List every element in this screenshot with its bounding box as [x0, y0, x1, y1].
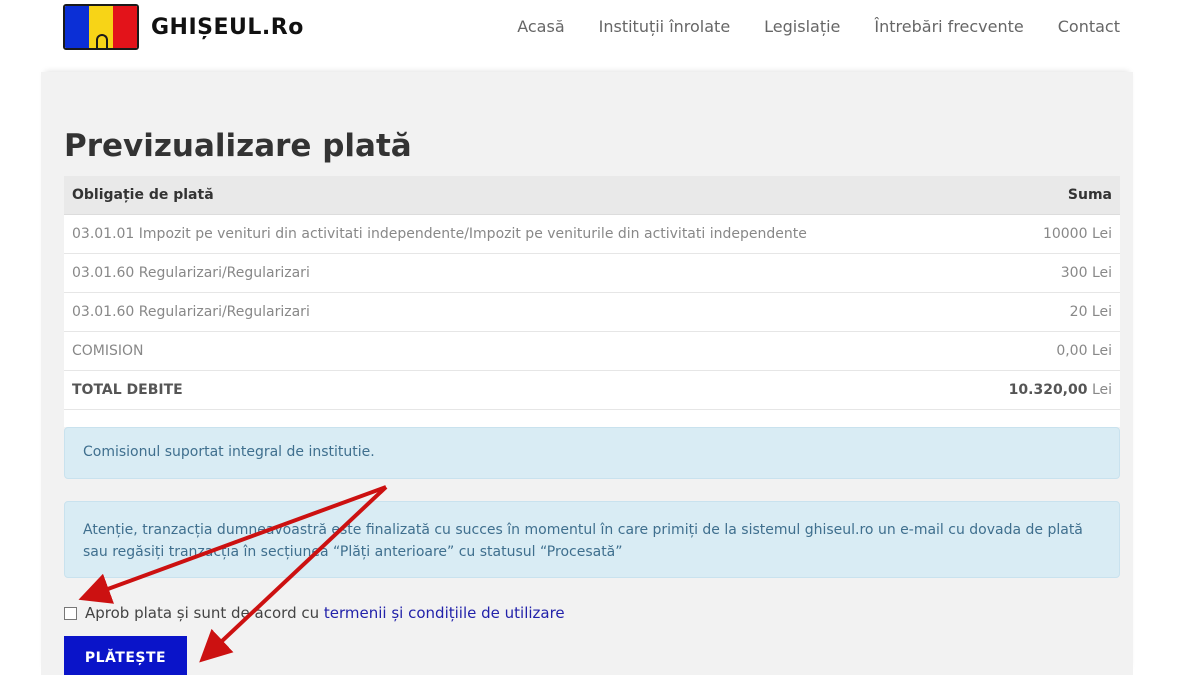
- agree-checkbox[interactable]: [64, 606, 77, 620]
- total-amount-value: 10.320,00: [1008, 381, 1088, 398]
- nav-item-acasa[interactable]: Acasă: [517, 17, 564, 36]
- flag-logo-icon: [63, 4, 139, 50]
- table-header-row: Obligație de plată Suma: [64, 176, 1120, 215]
- row-obligation: 03.01.60 Regularizari/Regularizari: [64, 252, 976, 292]
- row-obligation: 03.01.60 Regularizari/Regularizari: [64, 291, 976, 331]
- agree-text: Aprob plata și sunt de acord cu: [85, 604, 320, 622]
- page-title: Previzualizare plată: [64, 128, 412, 164]
- nav-item-legislatie[interactable]: Legislație: [764, 17, 840, 36]
- table-row: 03.01.60 Regularizari/Regularizari 300 L…: [64, 252, 1120, 292]
- row-amount: 20 Lei: [975, 291, 1120, 331]
- total-amount-unit: Lei: [1091, 381, 1112, 398]
- site-logo[interactable]: GHIȘEUL.Ro: [63, 4, 304, 50]
- payment-notice-alert: Atenție, tranzacția dumneavoastră este f…: [64, 501, 1120, 578]
- payment-table: Obligație de plată Suma 03.01.01 Impozit…: [64, 176, 1120, 427]
- logo-text: GHIȘEUL.Ro: [151, 14, 304, 40]
- header-amount: Suma: [975, 176, 1120, 215]
- table-row: COMISION 0,00 Lei: [64, 330, 1120, 370]
- total-label: TOTAL DEBITE: [64, 369, 976, 409]
- row-amount: 300 Lei: [975, 252, 1120, 292]
- fee-info-alert: Comisionul suportat integral de institut…: [64, 427, 1120, 479]
- nav-item-intrebari[interactable]: Întrebări frecvente: [874, 17, 1023, 36]
- row-amount: 10000 Lei: [975, 213, 1120, 253]
- top-navbar: GHIȘEUL.Ro Acasă Instituții înrolate Leg…: [0, 0, 1200, 56]
- row-obligation: COMISION: [64, 330, 976, 370]
- terms-agreement: Aprob plata și sunt de acord cu termenii…: [64, 604, 565, 622]
- table-spacer-row: [64, 408, 1120, 427]
- header-obligation: Obligație de plată: [64, 176, 976, 215]
- nav-item-contact[interactable]: Contact: [1058, 17, 1120, 36]
- table-row: 03.01.60 Regularizari/Regularizari 20 Le…: [64, 291, 1120, 331]
- row-amount: 0,00 Lei: [975, 330, 1120, 370]
- pay-button[interactable]: PLĂTEȘTE: [64, 636, 187, 675]
- main-nav: Acasă Instituții înrolate Legislație Înt…: [517, 17, 1120, 36]
- total-amount: 10.320,00 Lei: [975, 369, 1120, 409]
- table-row: 03.01.01 Impozit pe venituri din activit…: [64, 213, 1120, 253]
- row-obligation: 03.01.01 Impozit pe venituri din activit…: [64, 213, 976, 253]
- terms-link[interactable]: termenii și condițiile de utilizare: [324, 604, 565, 622]
- nav-item-institutii[interactable]: Instituții înrolate: [599, 17, 731, 36]
- total-row: TOTAL DEBITE 10.320,00 Lei: [64, 369, 1120, 409]
